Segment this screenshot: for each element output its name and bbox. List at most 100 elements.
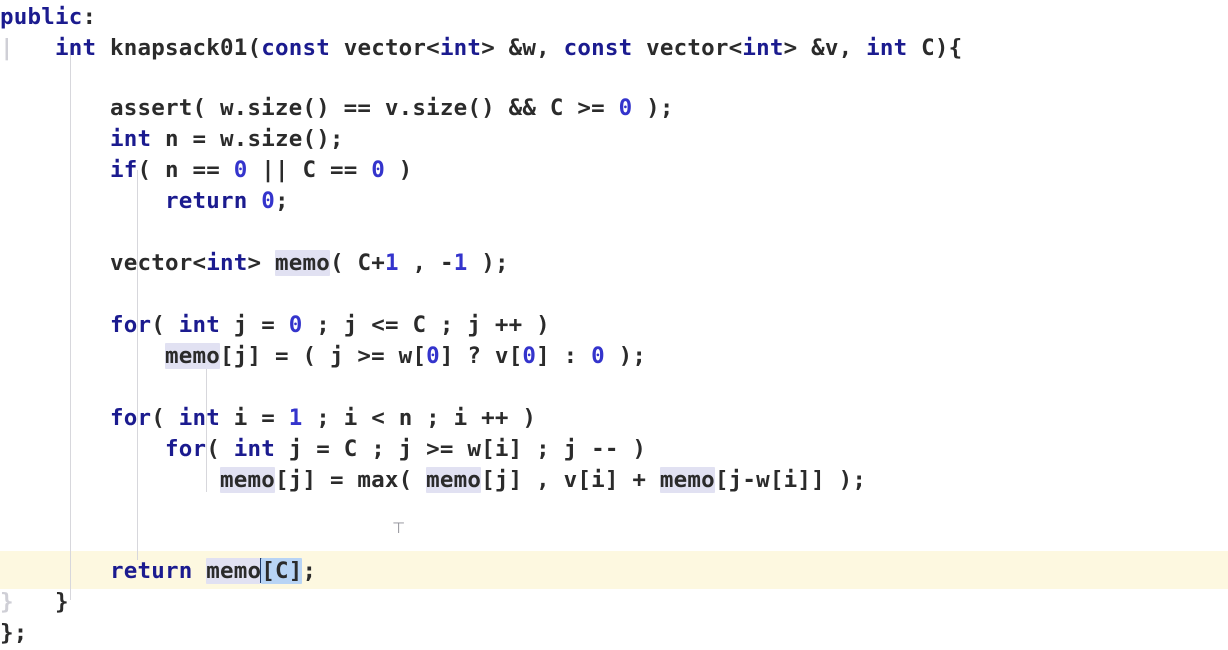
occurrence-highlight: memo: [206, 558, 262, 584]
code-token: [j] = max(: [274, 467, 427, 493]
code-line[interactable]: memo[j] = ( j >= w[0] ? v[0] : 0 );: [0, 341, 1228, 372]
keyword-token: int: [178, 405, 220, 431]
code-token: vector<: [329, 35, 440, 61]
code-token: assert( w.size() == v.size() && C >=: [0, 95, 619, 121]
code-line[interactable]: for( int j = 0 ; j <= C ; j ++ ): [0, 310, 1228, 341]
code-token: [j-w[i]] );: [714, 467, 867, 493]
code-token: (: [151, 405, 179, 431]
code-line[interactable]: public:: [0, 2, 1228, 33]
code-line[interactable]: for( int j = C ; j >= w[i] ; j -- ): [0, 434, 1228, 465]
code-token: vector<: [632, 35, 743, 61]
code-line[interactable]: [0, 217, 1228, 248]
keyword-token: int: [742, 35, 784, 61]
code-token: j =: [219, 312, 289, 338]
code-token: (: [151, 312, 179, 338]
code-token: > &v,: [783, 35, 867, 61]
code-line[interactable]: vector<int> memo( C+1 , -1 );: [0, 248, 1228, 279]
keyword-token: int: [178, 312, 220, 338]
keyword-token: for: [109, 312, 152, 338]
code-token: C){: [907, 35, 963, 61]
code-token: :: [82, 4, 97, 30]
code-line[interactable]: int knapsack01(const vector<int> &w, con…: [0, 33, 1228, 64]
number-token: 0: [618, 95, 633, 121]
keyword-token: const: [563, 35, 633, 61]
code-line[interactable]: }: [0, 587, 1228, 618]
keyword-token: const: [261, 35, 330, 61]
code-token: );: [632, 95, 674, 121]
code-token: i =: [219, 405, 289, 431]
occurrence-highlight: memo: [426, 467, 482, 493]
number-token: 1: [384, 250, 399, 276]
code-token: };: [0, 620, 28, 646]
code-line[interactable]: };: [0, 618, 1228, 649]
code-line[interactable]: [0, 64, 1228, 95]
code-token: ] :: [536, 343, 592, 369]
number-token: 0: [233, 157, 248, 183]
keyword-token: return: [164, 188, 248, 214]
code-token: , -: [398, 250, 454, 276]
code-token: [j] , v[i] +: [481, 467, 660, 493]
occurrence-highlight: memo: [219, 467, 275, 493]
keyword-token: for: [109, 405, 152, 431]
code-line[interactable]: [0, 372, 1228, 403]
code-token: ( n ==: [137, 157, 234, 183]
code-line[interactable]: if( n == 0 || C == 0 ): [0, 155, 1228, 186]
keyword-token: if: [109, 157, 138, 183]
code-token: ): [384, 157, 413, 183]
code-token: (: [206, 436, 234, 462]
code-token: ; i < n ; i ++ ): [302, 405, 537, 431]
keyword-token: for: [164, 436, 207, 462]
code-token: vector<: [0, 250, 207, 276]
occurrence-highlight: memo: [659, 467, 715, 493]
selection-highlight: [C]: [261, 558, 303, 584]
keyword-token: int: [439, 35, 482, 61]
code-line[interactable]: memo[j] = max( memo[j] , v[i] + memo[j-w…: [0, 465, 1228, 496]
keyword-token: int: [55, 35, 97, 61]
keyword-token: int: [109, 126, 152, 152]
keyword-token: return: [109, 558, 193, 584]
code-line[interactable]: for( int i = 1 ; i < n ; i ++ ): [0, 403, 1228, 434]
code-token: j = C ; j >= w[i] ; j -- ): [274, 436, 647, 462]
code-token: [j] = ( j >= w[: [219, 343, 427, 369]
code-token: ; j <= C ; j ++ ): [302, 312, 550, 338]
keyword-token: int: [233, 436, 275, 462]
occurrence-highlight: memo: [274, 250, 330, 276]
code-line[interactable]: [0, 527, 1228, 558]
code-token: ] ? v[: [439, 343, 523, 369]
number-token: 1: [288, 405, 303, 431]
code-token: );: [467, 250, 509, 276]
code-token: ;: [274, 188, 289, 214]
code-token: > &w,: [481, 35, 564, 61]
code-line[interactable]: [0, 496, 1228, 527]
code-token: );: [604, 343, 647, 369]
number-token: 1: [453, 250, 468, 276]
code-token: n = w.size();: [151, 126, 344, 152]
keyword-token: int: [866, 35, 908, 61]
number-token: 0: [288, 312, 303, 338]
code-token: ( C+: [329, 250, 385, 276]
code-line[interactable]: [0, 279, 1228, 310]
code-line[interactable]: int n = w.size();: [0, 124, 1228, 155]
code-line[interactable]: return memo[C];: [0, 556, 1228, 587]
code-token: knapsack01(: [96, 35, 262, 61]
code-editor[interactable]: |}}public: int knapsack01(const vector<i…: [0, 0, 1228, 650]
code-line[interactable]: assert( w.size() == v.size() && C >= 0 )…: [0, 93, 1228, 124]
number-token: 0: [371, 157, 385, 183]
code-token: >: [247, 250, 275, 276]
number-token: 0: [591, 343, 605, 369]
keyword-token: public: [0, 4, 83, 30]
occurrence-highlight: memo: [164, 343, 220, 369]
code-line[interactable]: return 0;: [0, 186, 1228, 217]
number-token: 0: [522, 343, 537, 369]
